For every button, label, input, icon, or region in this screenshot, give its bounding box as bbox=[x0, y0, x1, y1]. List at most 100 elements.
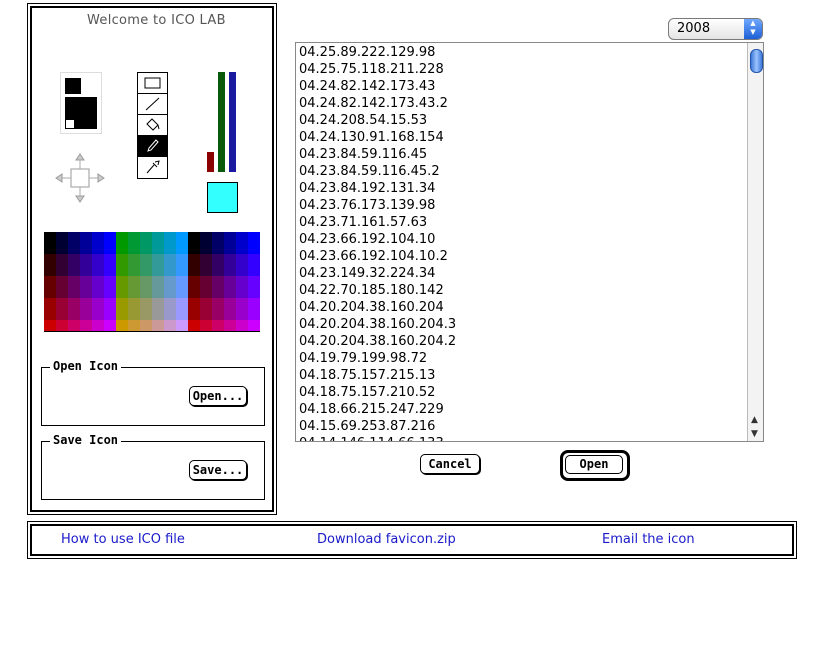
palette-swatch[interactable] bbox=[248, 309, 260, 320]
palette-swatch[interactable] bbox=[224, 232, 236, 243]
palette-swatch[interactable] bbox=[200, 309, 212, 320]
palette-swatch[interactable] bbox=[92, 254, 104, 265]
palette-swatch[interactable] bbox=[164, 232, 176, 243]
palette-swatch[interactable] bbox=[116, 265, 128, 276]
list-item[interactable]: 04.24.82.142.173.43 bbox=[296, 78, 747, 95]
list-item[interactable]: 04.14.146.114.66.133 bbox=[296, 435, 747, 441]
palette-swatch[interactable] bbox=[68, 265, 80, 276]
palette-swatch[interactable] bbox=[176, 309, 188, 320]
palette-swatch[interactable] bbox=[152, 309, 164, 320]
palette-swatch[interactable] bbox=[44, 309, 56, 320]
palette-swatch[interactable] bbox=[200, 232, 212, 243]
palette-swatch[interactable] bbox=[92, 265, 104, 276]
palette-swatch[interactable] bbox=[104, 243, 116, 254]
palette-swatch[interactable] bbox=[68, 320, 80, 331]
list-item[interactable]: 04.25.89.222.129.98 bbox=[296, 44, 747, 61]
move-arrows-icon[interactable] bbox=[54, 152, 106, 204]
palette-swatch[interactable] bbox=[140, 265, 152, 276]
palette-swatch[interactable] bbox=[116, 309, 128, 320]
palette-swatch[interactable] bbox=[128, 232, 140, 243]
palette-swatch[interactable] bbox=[92, 243, 104, 254]
palette-swatch[interactable] bbox=[140, 254, 152, 265]
palette-swatch[interactable] bbox=[68, 287, 80, 298]
palette-swatch[interactable] bbox=[248, 298, 260, 309]
scroll-up-arrow-icon[interactable]: ▲ bbox=[751, 415, 758, 425]
palette-swatch[interactable] bbox=[104, 254, 116, 265]
palette-swatch[interactable] bbox=[104, 298, 116, 309]
palette-swatch[interactable] bbox=[212, 298, 224, 309]
palette-swatch[interactable] bbox=[140, 320, 152, 331]
palette-swatch[interactable] bbox=[224, 298, 236, 309]
palette-swatch[interactable] bbox=[152, 254, 164, 265]
list-item[interactable]: 04.22.70.185.180.142 bbox=[296, 282, 747, 299]
palette-swatch[interactable] bbox=[224, 320, 236, 331]
palette-swatch[interactable] bbox=[164, 309, 176, 320]
palette-swatch[interactable] bbox=[68, 276, 80, 287]
palette-swatch[interactable] bbox=[212, 265, 224, 276]
palette-swatch[interactable] bbox=[104, 320, 116, 331]
palette-swatch[interactable] bbox=[56, 254, 68, 265]
palette-swatch[interactable] bbox=[140, 287, 152, 298]
save-file-button[interactable]: Save... bbox=[189, 460, 247, 480]
palette-swatch[interactable] bbox=[236, 254, 248, 265]
file-list[interactable]: 04.25.89.222.129.98 04.25.75.118.211.228 0… bbox=[295, 42, 764, 442]
palette-swatch[interactable] bbox=[44, 254, 56, 265]
list-item[interactable]: 04.24.130.91.168.154 bbox=[296, 129, 747, 146]
palette-swatch[interactable] bbox=[236, 243, 248, 254]
rectangle-tool[interactable] bbox=[138, 73, 167, 94]
palette-swatch[interactable] bbox=[92, 276, 104, 287]
palette-swatch[interactable] bbox=[92, 320, 104, 331]
palette-swatch[interactable] bbox=[188, 254, 200, 265]
palette-swatch[interactable] bbox=[224, 309, 236, 320]
eyedropper-tool[interactable] bbox=[138, 157, 167, 177]
palette-swatch[interactable] bbox=[248, 254, 260, 265]
palette-swatch[interactable] bbox=[44, 298, 56, 309]
palette-swatch[interactable] bbox=[92, 232, 104, 243]
palette-swatch[interactable] bbox=[176, 265, 188, 276]
palette-swatch[interactable] bbox=[248, 265, 260, 276]
palette-swatch[interactable] bbox=[140, 309, 152, 320]
palette-swatch[interactable] bbox=[56, 276, 68, 287]
blue-level-bar[interactable] bbox=[229, 72, 236, 172]
palette-swatch[interactable] bbox=[248, 243, 260, 254]
palette-swatch[interactable] bbox=[56, 287, 68, 298]
list-item[interactable]: 04.24.82.142.173.43.2 bbox=[296, 95, 747, 112]
palette-swatch[interactable] bbox=[248, 276, 260, 287]
palette-swatch[interactable] bbox=[140, 232, 152, 243]
palette-swatch[interactable] bbox=[152, 265, 164, 276]
open-button[interactable]: Open bbox=[565, 455, 623, 474]
palette-swatch[interactable] bbox=[92, 309, 104, 320]
palette-swatch[interactable] bbox=[92, 298, 104, 309]
palette-swatch[interactable] bbox=[44, 243, 56, 254]
vertical-scrollbar[interactable]: ▲ ▼ bbox=[747, 43, 763, 441]
palette-swatch[interactable] bbox=[116, 298, 128, 309]
palette-swatch[interactable] bbox=[236, 232, 248, 243]
palette-swatch[interactable] bbox=[80, 243, 92, 254]
palette-swatch[interactable] bbox=[212, 309, 224, 320]
palette-swatch[interactable] bbox=[44, 265, 56, 276]
palette-swatch[interactable] bbox=[140, 298, 152, 309]
palette-swatch[interactable] bbox=[200, 298, 212, 309]
year-select[interactable]: 2008 ▲ ▼ bbox=[668, 18, 763, 40]
palette-swatch[interactable] bbox=[224, 243, 236, 254]
list-item[interactable]: 04.20.204.38.160.204.3 bbox=[296, 316, 747, 333]
palette-swatch[interactable] bbox=[212, 320, 224, 331]
palette-swatch[interactable] bbox=[224, 276, 236, 287]
palette-swatch[interactable] bbox=[200, 287, 212, 298]
palette-swatch[interactable] bbox=[236, 320, 248, 331]
palette-swatch[interactable] bbox=[176, 276, 188, 287]
palette-swatch[interactable] bbox=[152, 287, 164, 298]
palette-swatch[interactable] bbox=[140, 276, 152, 287]
palette-swatch[interactable] bbox=[176, 232, 188, 243]
palette-swatch[interactable] bbox=[128, 309, 140, 320]
palette-swatch[interactable] bbox=[128, 276, 140, 287]
palette-swatch[interactable] bbox=[212, 243, 224, 254]
palette-swatch[interactable] bbox=[68, 243, 80, 254]
palette-swatch[interactable] bbox=[236, 276, 248, 287]
palette-swatch[interactable] bbox=[152, 298, 164, 309]
palette-swatch[interactable] bbox=[80, 287, 92, 298]
palette-swatch[interactable] bbox=[68, 232, 80, 243]
palette-swatch[interactable] bbox=[164, 265, 176, 276]
palette-swatch[interactable] bbox=[188, 232, 200, 243]
palette-swatch[interactable] bbox=[188, 298, 200, 309]
